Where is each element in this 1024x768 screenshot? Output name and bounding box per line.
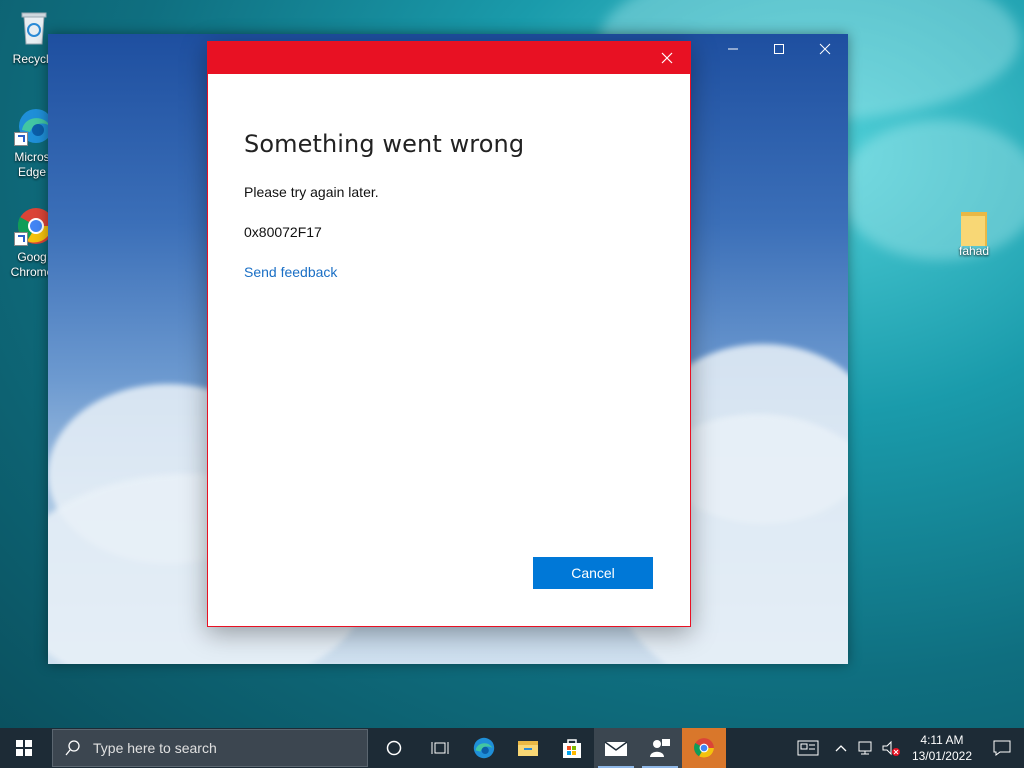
- cortana-button[interactable]: [370, 728, 418, 768]
- show-hidden-icons-button[interactable]: [828, 728, 854, 768]
- minimize-icon: [728, 48, 738, 50]
- dialog-close-button[interactable]: [644, 42, 690, 74]
- error-dialog: Something went wrong Please try again la…: [207, 41, 691, 627]
- taskbar-mail[interactable]: [594, 728, 638, 768]
- mail-icon: [604, 741, 628, 756]
- shortcut-arrow-icon: [14, 232, 28, 246]
- dialog-title: Something went wrong: [244, 130, 525, 158]
- chrome-icon: [694, 738, 714, 758]
- maximize-button[interactable]: [756, 34, 802, 64]
- window-close-button[interactable]: [802, 34, 848, 64]
- task-view-button[interactable]: [418, 728, 462, 768]
- people-icon: [650, 739, 670, 757]
- shortcut-arrow-icon: [14, 132, 28, 146]
- error-code: 0x80072F17: [244, 224, 322, 240]
- notification-icon: [993, 740, 1011, 756]
- start-button[interactable]: [0, 728, 48, 768]
- cancel-button[interactable]: Cancel: [533, 557, 653, 589]
- close-icon: [661, 52, 673, 64]
- taskbar: 4:11 AM 13/01/2022: [0, 728, 1024, 768]
- close-icon: [819, 43, 831, 55]
- taskbar-clock[interactable]: 4:11 AM 13/01/2022: [904, 732, 980, 764]
- dialog-message: Please try again later.: [244, 184, 379, 200]
- volume-muted-icon: [882, 740, 900, 756]
- network-icon: [858, 741, 872, 755]
- search-icon: [65, 740, 80, 756]
- taskbar-file-explorer[interactable]: [506, 728, 550, 768]
- news-icon: [797, 740, 819, 756]
- windows-logo-icon: [16, 740, 32, 756]
- taskbar-chrome[interactable]: [682, 728, 726, 768]
- clock-time: 4:11 AM: [920, 733, 964, 747]
- volume-button[interactable]: [878, 728, 904, 768]
- taskbar-store[interactable]: [550, 728, 594, 768]
- action-center-button[interactable]: [980, 728, 1024, 768]
- send-feedback-link[interactable]: Send feedback: [244, 264, 337, 280]
- folder-icon: [959, 208, 989, 246]
- system-tray: 4:11 AM 13/01/2022: [788, 728, 1024, 768]
- search-input[interactable]: [91, 739, 335, 757]
- file-explorer-icon: [518, 741, 538, 756]
- taskbar-edge[interactable]: [462, 728, 506, 768]
- cortana-icon: [386, 740, 402, 756]
- news-button[interactable]: [788, 728, 828, 768]
- taskbar-search-box[interactable]: [52, 729, 368, 767]
- dialog-titlebar: [208, 42, 690, 74]
- minimize-button[interactable]: [710, 34, 756, 64]
- store-icon: [563, 739, 581, 758]
- maximize-icon: [774, 44, 784, 54]
- chevron-up-icon: [835, 745, 847, 752]
- task-view-icon: [431, 742, 449, 754]
- network-button[interactable]: [854, 728, 878, 768]
- clock-date: 13/01/2022: [911, 749, 972, 763]
- desktop-icon-fahad-folder[interactable]: fahad: [942, 208, 1006, 259]
- edge-icon: [473, 737, 495, 759]
- taskbar-people[interactable]: [638, 728, 682, 768]
